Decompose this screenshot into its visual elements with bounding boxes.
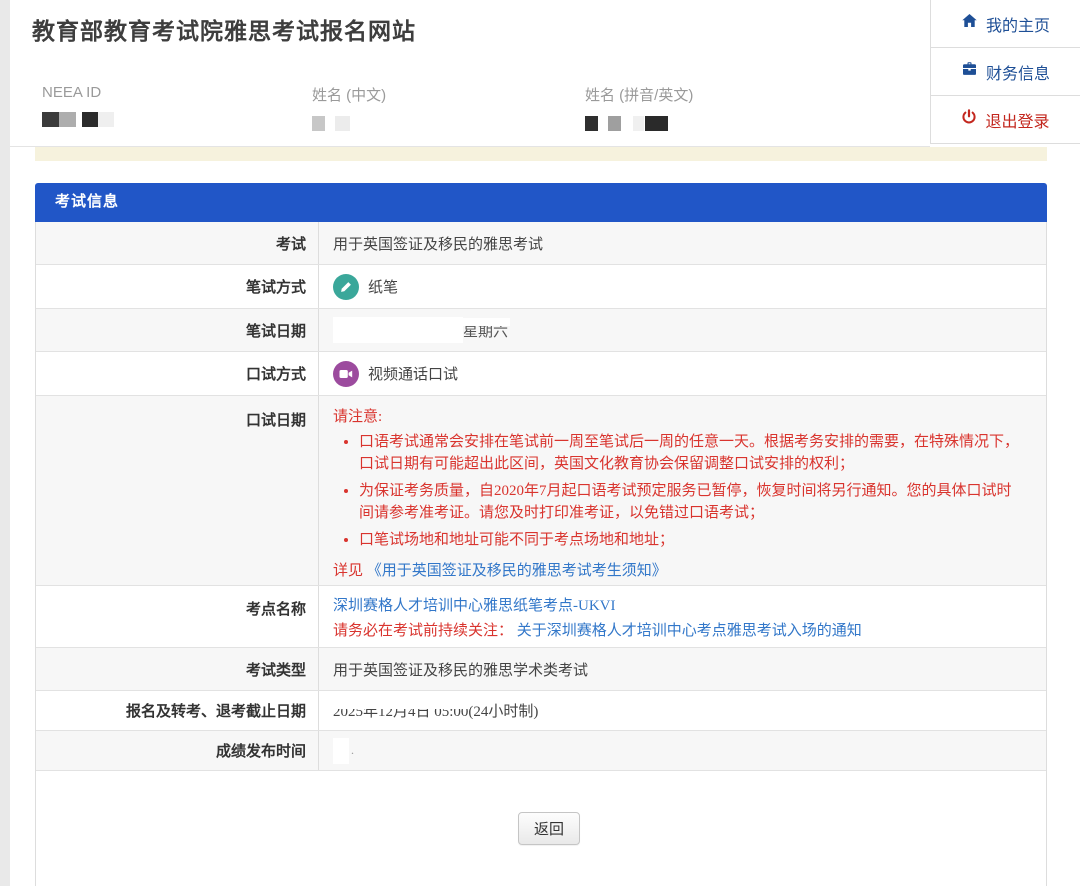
redacted-value	[585, 116, 693, 131]
venue-warning-prefix: 请务必在考试前持续关注：	[333, 623, 513, 639]
table-row-speaking-mode: 口试方式 视频通话口试	[36, 352, 1046, 396]
page: 教育部教育考试院雅思考试报名网站 NEEA ID 姓名 (中文) 姓名 (拼音/…	[0, 0, 1080, 886]
row-value: 请注意: 口语考试通常会安排在笔试前一周至笔试后一周的任意一天。根据考务安排的需…	[319, 396, 1046, 585]
row-label: 考试类型	[36, 648, 319, 690]
deadline-date-text: 2025年12月4日 05:00	[333, 700, 468, 721]
see-also-line: 详见 《用于英国签证及移民的雅思考试考生须知》	[333, 560, 1026, 583]
row-label: 成绩发布时间	[36, 731, 319, 770]
notice-bullet: 为保证考务质量，自2020年7月起口语考试预定服务已暂停，恢复时间将另行通知。您…	[359, 480, 1026, 525]
redaction-artifact: .	[351, 743, 354, 758]
menu-item-label: 财务信息	[986, 60, 1050, 84]
pencil-icon	[333, 274, 359, 300]
field-label: NEEA ID	[42, 84, 114, 101]
field-name-chinese: 姓名 (中文)	[312, 84, 386, 131]
back-button[interactable]: 返回	[518, 812, 580, 845]
power-icon	[961, 109, 977, 130]
venue-entry-notice-link[interactable]: 关于深圳赛格人才培训中心考点雅思考试入场的通知	[517, 623, 862, 639]
row-value: 星期六	[319, 309, 1046, 351]
redacted-value	[333, 738, 349, 764]
table-row-exam: 考试 用于英国签证及移民的雅思考试	[36, 222, 1046, 265]
row-value: 纸笔	[319, 265, 1046, 308]
speaking-mode-text: 视频通话口试	[368, 363, 458, 384]
see-also-prefix: 详见	[333, 563, 363, 579]
field-label: 姓名 (中文)	[312, 84, 386, 105]
field-neea-id: NEEA ID	[42, 84, 114, 127]
notice-bullet: 口语考试通常会安排在笔试前一周至笔试后一周的任意一天。根据考务安排的需要，在特殊…	[359, 431, 1026, 476]
field-name-pinyin: 姓名 (拼音/英文)	[585, 84, 693, 131]
menu-item-my-home[interactable]: 我的主页	[930, 0, 1080, 48]
home-icon	[961, 13, 978, 34]
row-label: 口试方式	[36, 352, 319, 395]
venue-link[interactable]: 深圳赛格人才培训中心雅思纸笔考点-UKVI	[333, 598, 616, 614]
menu-item-label: 我的主页	[986, 12, 1050, 36]
exam-info-panel: 考试信息 考试 用于英国签证及移民的雅思考试 笔试方式 纸笔 笔试日期 星期六	[35, 183, 1047, 886]
candidate-notes-link[interactable]: 《用于英国签证及移民的雅思考试考生须知》	[367, 563, 667, 579]
page-edge-strip	[0, 0, 10, 886]
exam-info-table: 考试 用于英国签证及移民的雅思考试 笔试方式 纸笔 笔试日期 星期六	[35, 222, 1047, 771]
row-label: 笔试日期	[36, 309, 319, 351]
row-label: 口试日期	[36, 396, 319, 585]
table-row-deadline: 报名及转考、退考截止日期 2025年12月4日 05:00 (24小时制)	[36, 691, 1046, 731]
deadline-format-text: (24小时制)	[468, 700, 538, 721]
written-date-text: 星期六	[463, 320, 508, 341]
menu-item-logout[interactable]: 退出登录	[930, 96, 1080, 144]
panel-footer: 返回	[35, 771, 1047, 886]
redacted-value	[312, 116, 386, 131]
table-row-speaking-date: 口试日期 请注意: 口语考试通常会安排在笔试前一周至笔试后一周的任意一天。根据考…	[36, 396, 1046, 586]
table-row-written-date: 笔试日期 星期六	[36, 309, 1046, 352]
field-label: 姓名 (拼音/英文)	[585, 84, 693, 105]
redacted-value	[333, 317, 463, 343]
row-label: 笔试方式	[36, 265, 319, 308]
row-label: 报名及转考、退考截止日期	[36, 691, 319, 730]
user-menu: 我的主页 财务信息 退出登录	[930, 0, 1080, 144]
table-row-venue: 考点名称 深圳赛格人才培训中心雅思纸笔考点-UKVI 请务必在考试前持续关注： …	[36, 586, 1046, 648]
row-value: 用于英国签证及移民的雅思考试	[319, 222, 1046, 264]
table-row-score-release: 成绩发布时间 .	[36, 731, 1046, 771]
written-mode-text: 纸笔	[368, 276, 398, 297]
row-value: 深圳赛格人才培训中心雅思纸笔考点-UKVI 请务必在考试前持续关注： 关于深圳赛…	[319, 586, 1046, 647]
notice-bullet: 口笔试场地和地址可能不同于考点场地和地址；	[359, 529, 1026, 552]
table-row-exam-type: 考试类型 用于英国签证及移民的雅思学术类考试	[36, 648, 1046, 691]
highlight-strip	[35, 147, 1047, 161]
page-title: 教育部教育考试院雅思考试报名网站	[32, 12, 416, 46]
site-header: 教育部教育考试院雅思考试报名网站 NEEA ID 姓名 (中文) 姓名 (拼音/…	[10, 0, 930, 147]
notice-title: 请注意:	[333, 406, 1026, 429]
video-camera-icon	[333, 361, 359, 387]
notice-list: 口语考试通常会安排在笔试前一周至笔试后一周的任意一天。根据考务安排的需要，在特殊…	[333, 431, 1026, 552]
menu-item-finance-info[interactable]: 财务信息	[930, 48, 1080, 96]
menu-item-label: 退出登录	[985, 108, 1049, 132]
row-value: 视频通话口试	[319, 352, 1046, 395]
row-label: 考试	[36, 222, 319, 264]
row-value: 2025年12月4日 05:00 (24小时制)	[319, 691, 1046, 730]
row-value: .	[319, 731, 1046, 770]
row-value: 用于英国签证及移民的雅思学术类考试	[319, 648, 1046, 690]
table-row-written-mode: 笔试方式 纸笔	[36, 265, 1046, 309]
panel-title: 考试信息	[35, 183, 1047, 222]
row-label: 考点名称	[36, 586, 319, 647]
briefcase-icon	[961, 61, 978, 82]
redacted-value	[42, 112, 114, 127]
